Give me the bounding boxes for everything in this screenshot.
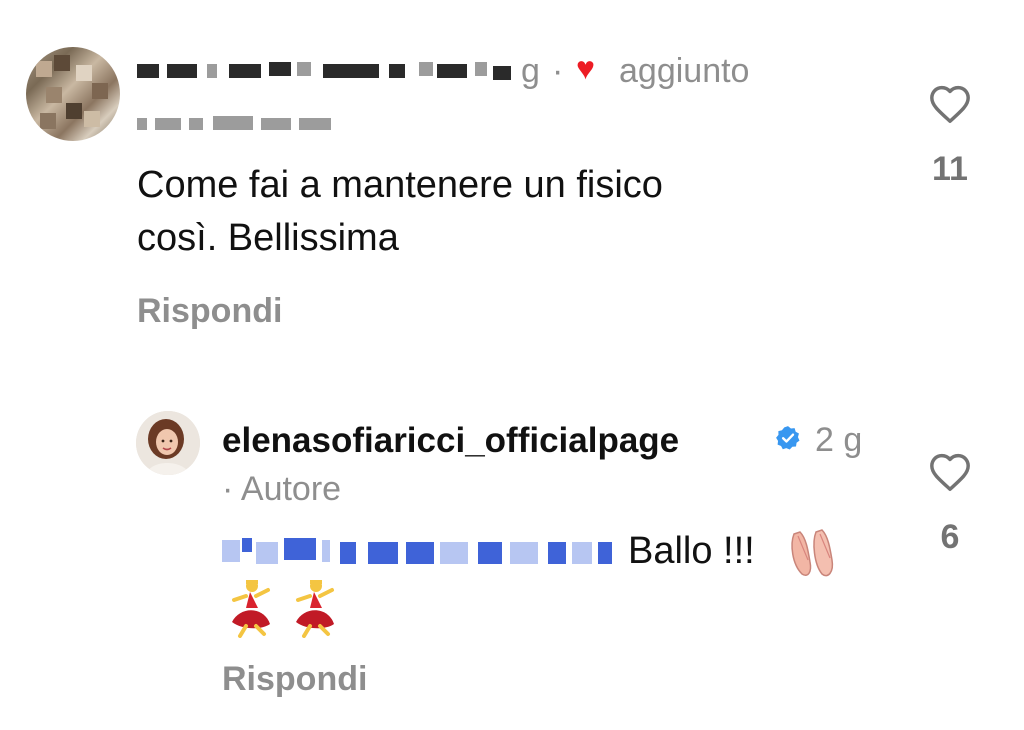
ballet-shoes-icon: [791, 529, 834, 577]
dancer-icon: [296, 580, 334, 638]
dancer-icon: [232, 580, 270, 638]
like-heart-icon[interactable]: [928, 84, 972, 124]
reply-text: Ballo !!!: [628, 530, 755, 572]
author-badge: · Autore: [222, 470, 342, 508]
author-username[interactable]: elenasofiaricci_officialpage: [222, 421, 679, 461]
commenter-username-blurred[interactable]: [137, 58, 532, 88]
comment-text: Come fai a mantenere un fisico così. Bel…: [137, 159, 663, 265]
reply-like-group: 6: [920, 452, 980, 557]
commenter-avatar[interactable]: [26, 47, 120, 141]
meta-separator: ·: [552, 52, 564, 90]
liked-by-author-heart-icon: ♥: [576, 50, 595, 86]
reply-button[interactable]: Rispondi: [222, 660, 367, 699]
mention-blurred[interactable]: [222, 534, 614, 568]
commenter-username-tail: g: [521, 52, 540, 90]
author-avatar[interactable]: [136, 411, 200, 475]
liked-by-author-label: aggiunto: [619, 52, 750, 90]
reply-button[interactable]: Rispondi: [137, 292, 282, 331]
like-count: 11: [932, 150, 968, 188]
comment-text-line-2: così. Bellissima: [137, 217, 399, 259]
verified-badge-icon: [776, 426, 800, 450]
like-count: 6: [940, 518, 960, 556]
reply-timestamp: 2 g: [815, 421, 863, 459]
like-heart-icon[interactable]: [928, 452, 972, 492]
author-avatar-image: [136, 411, 200, 475]
comment-text-line-1: Come fai a mantenere un fisico: [137, 164, 663, 206]
comment-like-group: 11: [920, 84, 980, 189]
commenter-meta-blurred: [137, 114, 337, 134]
